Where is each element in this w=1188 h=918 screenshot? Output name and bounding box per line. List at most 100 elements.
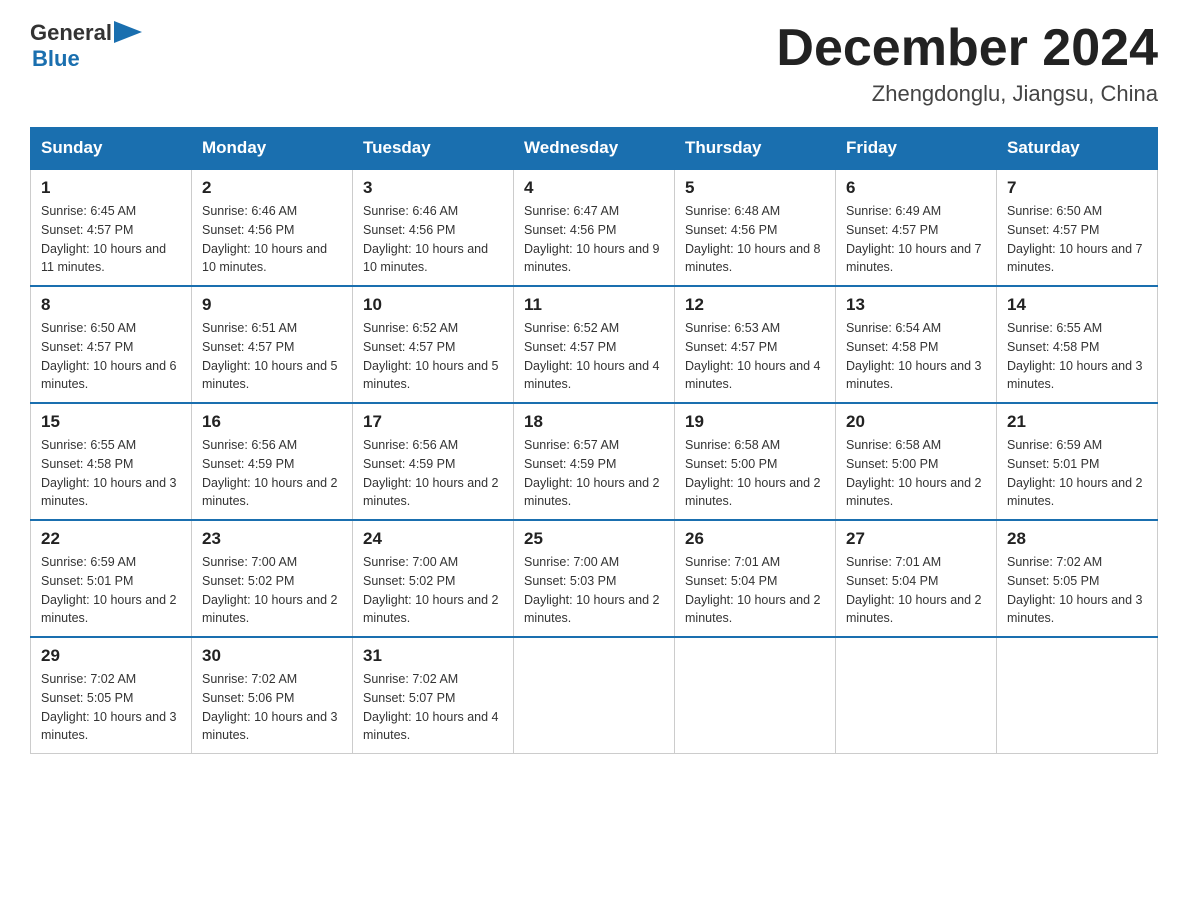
day-info: Sunrise: 7:02 AMSunset: 5:05 PMDaylight:… (1007, 555, 1143, 625)
calendar-day-cell: 3 Sunrise: 6:46 AMSunset: 4:56 PMDayligh… (353, 169, 514, 286)
calendar-week-row: 15 Sunrise: 6:55 AMSunset: 4:58 PMDaylig… (31, 403, 1158, 520)
calendar-body: 1 Sunrise: 6:45 AMSunset: 4:57 PMDayligh… (31, 169, 1158, 754)
day-number: 30 (202, 646, 342, 666)
day-number: 1 (41, 178, 181, 198)
day-number: 8 (41, 295, 181, 315)
logo: General Blue (30, 20, 142, 72)
calendar-day-cell: 21 Sunrise: 6:59 AMSunset: 5:01 PMDaylig… (997, 403, 1158, 520)
calendar-day-cell: 10 Sunrise: 6:52 AMSunset: 4:57 PMDaylig… (353, 286, 514, 403)
day-info: Sunrise: 7:02 AMSunset: 5:05 PMDaylight:… (41, 672, 177, 742)
day-number: 6 (846, 178, 986, 198)
day-info: Sunrise: 6:50 AMSunset: 4:57 PMDaylight:… (1007, 204, 1143, 274)
day-info: Sunrise: 6:50 AMSunset: 4:57 PMDaylight:… (41, 321, 177, 391)
day-info: Sunrise: 7:00 AMSunset: 5:03 PMDaylight:… (524, 555, 660, 625)
day-number: 5 (685, 178, 825, 198)
calendar-day-cell: 14 Sunrise: 6:55 AMSunset: 4:58 PMDaylig… (997, 286, 1158, 403)
calendar-day-cell: 2 Sunrise: 6:46 AMSunset: 4:56 PMDayligh… (192, 169, 353, 286)
day-info: Sunrise: 7:01 AMSunset: 5:04 PMDaylight:… (685, 555, 821, 625)
day-number: 23 (202, 529, 342, 549)
day-info: Sunrise: 6:56 AMSunset: 4:59 PMDaylight:… (363, 438, 499, 508)
day-info: Sunrise: 6:49 AMSunset: 4:57 PMDaylight:… (846, 204, 982, 274)
day-info: Sunrise: 6:58 AMSunset: 5:00 PMDaylight:… (846, 438, 982, 508)
day-number: 7 (1007, 178, 1147, 198)
calendar-day-cell: 17 Sunrise: 6:56 AMSunset: 4:59 PMDaylig… (353, 403, 514, 520)
calendar-day-cell: 20 Sunrise: 6:58 AMSunset: 5:00 PMDaylig… (836, 403, 997, 520)
day-info: Sunrise: 6:48 AMSunset: 4:56 PMDaylight:… (685, 204, 821, 274)
day-number: 29 (41, 646, 181, 666)
day-number: 9 (202, 295, 342, 315)
day-number: 22 (41, 529, 181, 549)
day-number: 4 (524, 178, 664, 198)
location-title: Zhengdonglu, Jiangsu, China (776, 81, 1158, 107)
calendar-week-row: 8 Sunrise: 6:50 AMSunset: 4:57 PMDayligh… (31, 286, 1158, 403)
day-number: 19 (685, 412, 825, 432)
day-number: 24 (363, 529, 503, 549)
calendar-day-cell: 28 Sunrise: 7:02 AMSunset: 5:05 PMDaylig… (997, 520, 1158, 637)
day-number: 12 (685, 295, 825, 315)
calendar-day-cell: 29 Sunrise: 7:02 AMSunset: 5:05 PMDaylig… (31, 637, 192, 754)
day-number: 16 (202, 412, 342, 432)
day-number: 21 (1007, 412, 1147, 432)
calendar-day-cell: 30 Sunrise: 7:02 AMSunset: 5:06 PMDaylig… (192, 637, 353, 754)
logo-text-general: General (30, 20, 112, 46)
day-info: Sunrise: 6:46 AMSunset: 4:56 PMDaylight:… (202, 204, 327, 274)
weekday-header: Sunday (31, 128, 192, 170)
day-info: Sunrise: 6:58 AMSunset: 5:00 PMDaylight:… (685, 438, 821, 508)
calendar-day-cell: 5 Sunrise: 6:48 AMSunset: 4:56 PMDayligh… (675, 169, 836, 286)
day-info: Sunrise: 6:53 AMSunset: 4:57 PMDaylight:… (685, 321, 821, 391)
day-info: Sunrise: 6:52 AMSunset: 4:57 PMDaylight:… (363, 321, 499, 391)
calendar-day-cell: 15 Sunrise: 6:55 AMSunset: 4:58 PMDaylig… (31, 403, 192, 520)
calendar-day-cell: 19 Sunrise: 6:58 AMSunset: 5:00 PMDaylig… (675, 403, 836, 520)
calendar-day-cell: 16 Sunrise: 6:56 AMSunset: 4:59 PMDaylig… (192, 403, 353, 520)
calendar-week-row: 29 Sunrise: 7:02 AMSunset: 5:05 PMDaylig… (31, 637, 1158, 754)
calendar-day-cell: 25 Sunrise: 7:00 AMSunset: 5:03 PMDaylig… (514, 520, 675, 637)
day-info: Sunrise: 6:59 AMSunset: 5:01 PMDaylight:… (41, 555, 177, 625)
day-number: 18 (524, 412, 664, 432)
day-info: Sunrise: 7:00 AMSunset: 5:02 PMDaylight:… (202, 555, 338, 625)
title-block: December 2024 Zhengdonglu, Jiangsu, Chin… (776, 20, 1158, 107)
calendar-day-cell: 22 Sunrise: 6:59 AMSunset: 5:01 PMDaylig… (31, 520, 192, 637)
weekday-header: Wednesday (514, 128, 675, 170)
calendar-day-cell (836, 637, 997, 754)
day-info: Sunrise: 7:01 AMSunset: 5:04 PMDaylight:… (846, 555, 982, 625)
calendar-header: SundayMondayTuesdayWednesdayThursdayFrid… (31, 128, 1158, 170)
calendar-week-row: 1 Sunrise: 6:45 AMSunset: 4:57 PMDayligh… (31, 169, 1158, 286)
calendar-day-cell (675, 637, 836, 754)
calendar-day-cell: 23 Sunrise: 7:00 AMSunset: 5:02 PMDaylig… (192, 520, 353, 637)
day-number: 13 (846, 295, 986, 315)
calendar-day-cell: 18 Sunrise: 6:57 AMSunset: 4:59 PMDaylig… (514, 403, 675, 520)
calendar-day-cell: 12 Sunrise: 6:53 AMSunset: 4:57 PMDaylig… (675, 286, 836, 403)
calendar-day-cell: 11 Sunrise: 6:52 AMSunset: 4:57 PMDaylig… (514, 286, 675, 403)
day-info: Sunrise: 7:02 AMSunset: 5:07 PMDaylight:… (363, 672, 499, 742)
calendar-week-row: 22 Sunrise: 6:59 AMSunset: 5:01 PMDaylig… (31, 520, 1158, 637)
day-number: 25 (524, 529, 664, 549)
day-info: Sunrise: 6:59 AMSunset: 5:01 PMDaylight:… (1007, 438, 1143, 508)
calendar-day-cell: 31 Sunrise: 7:02 AMSunset: 5:07 PMDaylig… (353, 637, 514, 754)
day-number: 10 (363, 295, 503, 315)
calendar-day-cell: 7 Sunrise: 6:50 AMSunset: 4:57 PMDayligh… (997, 169, 1158, 286)
calendar-table: SundayMondayTuesdayWednesdayThursdayFrid… (30, 127, 1158, 754)
day-number: 14 (1007, 295, 1147, 315)
calendar-day-cell: 9 Sunrise: 6:51 AMSunset: 4:57 PMDayligh… (192, 286, 353, 403)
calendar-day-cell: 27 Sunrise: 7:01 AMSunset: 5:04 PMDaylig… (836, 520, 997, 637)
day-number: 26 (685, 529, 825, 549)
day-info: Sunrise: 7:00 AMSunset: 5:02 PMDaylight:… (363, 555, 499, 625)
weekday-header: Monday (192, 128, 353, 170)
day-info: Sunrise: 6:55 AMSunset: 4:58 PMDaylight:… (1007, 321, 1143, 391)
calendar-day-cell: 24 Sunrise: 7:00 AMSunset: 5:02 PMDaylig… (353, 520, 514, 637)
calendar-day-cell: 13 Sunrise: 6:54 AMSunset: 4:58 PMDaylig… (836, 286, 997, 403)
day-info: Sunrise: 6:45 AMSunset: 4:57 PMDaylight:… (41, 204, 166, 274)
logo-arrow-icon (114, 21, 142, 43)
page-header: General Blue December 2024 Zhengdonglu, … (30, 20, 1158, 107)
day-info: Sunrise: 6:57 AMSunset: 4:59 PMDaylight:… (524, 438, 660, 508)
calendar-day-cell: 6 Sunrise: 6:49 AMSunset: 4:57 PMDayligh… (836, 169, 997, 286)
day-number: 31 (363, 646, 503, 666)
day-info: Sunrise: 6:47 AMSunset: 4:56 PMDaylight:… (524, 204, 660, 274)
day-number: 11 (524, 295, 664, 315)
weekday-header: Friday (836, 128, 997, 170)
weekday-header: Thursday (675, 128, 836, 170)
day-info: Sunrise: 6:54 AMSunset: 4:58 PMDaylight:… (846, 321, 982, 391)
day-info: Sunrise: 6:46 AMSunset: 4:56 PMDaylight:… (363, 204, 488, 274)
logo-text-blue: Blue (32, 46, 142, 72)
day-number: 3 (363, 178, 503, 198)
